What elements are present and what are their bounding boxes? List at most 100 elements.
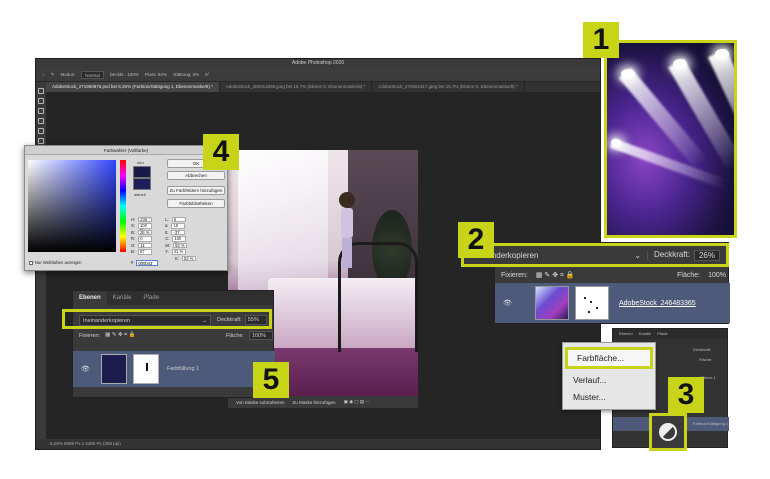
- callout-badge-2: 2: [458, 222, 494, 258]
- layers-panel-tabs: Ebenen Kanäle Pfade: [73, 291, 273, 305]
- home-icon[interactable]: ⌂: [42, 72, 45, 77]
- zoom-opacity-field[interactable]: 26%: [693, 249, 720, 261]
- document-tabs: AdobeStock_271960975.psd bei 6,25% (Farb…: [46, 82, 600, 92]
- tab-channels[interactable]: Kanäle: [639, 329, 651, 339]
- g-field[interactable]: 11: [138, 242, 153, 248]
- adjustment-context-menu: Farbfläche... Verlauf... Muster...: [562, 342, 656, 410]
- flow-option[interactable]: Fluss: 84%: [145, 72, 167, 77]
- y-field[interactable]: 41 %: [171, 249, 186, 255]
- visibility-eye-icon[interactable]: 👁: [503, 299, 512, 307]
- hex-field[interactable]: 000b43: [136, 260, 159, 266]
- status-bar: 6,25% 6699 Px x 4465 Px (300 ppi): [36, 439, 600, 449]
- smoothing-option[interactable]: Glättung: 0%: [173, 72, 199, 77]
- menu-item-solid-color[interactable]: Farbfläche...: [577, 350, 657, 366]
- zoomed-layers-panel: Ineinanderkopieren ⌄ Deckkraft: 26% Fixie…: [461, 242, 730, 324]
- web-colors-option[interactable]: Nur Webfarben anzeigen: [29, 260, 81, 265]
- callout-badge-1: 1: [583, 22, 619, 58]
- lasso-tool-icon[interactable]: [38, 108, 44, 114]
- b-lab-field[interactable]: -37: [171, 229, 186, 235]
- picker-title: Farbwähler (Vollfarbe): [25, 146, 227, 155]
- layer-name: AdobeStock_246483365: [619, 299, 696, 307]
- brightness-field[interactable]: 26 %: [137, 229, 152, 235]
- zoom-blend-row: Ineinanderkopieren ⌄ Deckkraft: 26%: [461, 243, 729, 267]
- l-field[interactable]: 6: [171, 216, 186, 222]
- lock-icons[interactable]: ▦ ✎ ✥ ⌗ 🔒: [105, 332, 135, 339]
- chevron-down-icon: ⌄: [634, 250, 641, 260]
- zoom-fill-field[interactable]: 100%: [708, 272, 726, 279]
- layer-mask-thumbnail[interactable]: [133, 354, 159, 384]
- zoom-lock-row: Fixieren: ▦ ✎ ✥ ⌗ 🔒 Fläche: 100%: [501, 271, 726, 280]
- color-value-fields: H:236 °L:6 S:100 %a:15 B:26 %b:-37 R:0C:…: [131, 216, 196, 262]
- menu-item-gradient[interactable]: Verlauf...: [573, 372, 653, 388]
- lock-icons[interactable]: ▦ ✎ ✥ ⌗ 🔒: [536, 271, 575, 280]
- fill-layer-thumbnail: [101, 354, 127, 384]
- doc-tab-1[interactable]: AdobeStock_271960975.psd bei 6,25% (Farb…: [46, 82, 220, 92]
- callout-badge-4: 4: [203, 134, 239, 170]
- spotlight-stock-image: [604, 40, 737, 238]
- mode-label: Modus:: [60, 72, 76, 77]
- visibility-eye-icon[interactable]: 👁: [81, 365, 90, 373]
- current-color-label: aktuell: [134, 192, 146, 197]
- m-field[interactable]: 93 %: [173, 242, 188, 248]
- cancel-button[interactable]: Abbrechen: [167, 171, 225, 180]
- right-panel-tabs: Ebenen Kanäle Pfade: [613, 329, 727, 339]
- new-color-label: neu: [137, 160, 144, 165]
- menu-item-pattern[interactable]: Muster...: [573, 389, 653, 405]
- angle-option[interactable]: 0°: [205, 72, 209, 77]
- subtract-mask-button[interactable]: Von Maske subtrahieren: [236, 400, 285, 405]
- h-field[interactable]: 236 °: [138, 216, 153, 222]
- layers-panel: Ebenen Kanäle Pfade Ineinanderkopieren ⌄ …: [72, 290, 275, 398]
- tab-channels[interactable]: Kanäle: [107, 291, 138, 305]
- layer-mask-thumbnail[interactable]: [575, 286, 609, 320]
- highlight-frame-blend: [62, 309, 272, 329]
- new-color-swatch: [133, 166, 151, 178]
- doc-tab-2[interactable]: AdobeStock_489314895.jpeg bei 16,7% (Ebe…: [220, 82, 373, 92]
- adjustment-layer-icon: [659, 423, 677, 441]
- add-mask-button[interactable]: Zu Maske hinzufügen: [293, 400, 336, 405]
- quick-select-icon[interactable]: [38, 118, 44, 124]
- b-rgb-field[interactable]: 67: [137, 249, 152, 255]
- right-opacity-label: Deckkraft:: [693, 347, 712, 352]
- fill-field[interactable]: 100%: [249, 331, 273, 340]
- a-field[interactable]: 15: [171, 223, 186, 229]
- new-adjustment-layer-button[interactable]: [649, 413, 687, 451]
- brush-icon[interactable]: ✎: [51, 72, 55, 78]
- layer-name: Farbfüllung 1: [167, 366, 200, 372]
- crop-tool-icon[interactable]: [38, 128, 44, 134]
- screenshot-canvas: Adobe Photoshop 2020 ⌂ ✎ Modus: Normal D…: [0, 0, 770, 479]
- callout-badge-5: 5: [253, 362, 289, 398]
- color-field[interactable]: [28, 160, 116, 252]
- color-libraries-button[interactable]: Farbbibliotheken: [167, 199, 225, 208]
- web-colors-checkbox[interactable]: [29, 260, 33, 265]
- add-to-swatches-button[interactable]: Zu Farbfeldern hinzufügen: [167, 186, 225, 195]
- tab-paths[interactable]: Pfade: [657, 329, 667, 339]
- mask-options-icons[interactable]: ▣ ◉ ▢ ▤ ⋯: [344, 399, 370, 405]
- c-field[interactable]: 100 %: [172, 236, 187, 245]
- tab-layers[interactable]: Ebenen: [619, 329, 633, 339]
- zoom-blend-select[interactable]: Ineinanderkopieren ⌄: [470, 250, 648, 260]
- s-field[interactable]: 100 %: [137, 223, 152, 232]
- callout-badge-3: 3: [668, 377, 704, 413]
- zoom-layer-row[interactable]: 👁 AdobeStock_246483365: [495, 283, 730, 323]
- eyedropper-icon[interactable]: [38, 138, 44, 144]
- k-field[interactable]: 53 %: [181, 255, 196, 261]
- lock-row: Fixieren: ▦ ✎ ✥ ⌗ 🔒 Fläche: 100%: [79, 331, 273, 340]
- mode-select[interactable]: Normal: [81, 70, 104, 79]
- r-field[interactable]: 0: [138, 236, 153, 242]
- hue-slider[interactable]: [120, 160, 126, 252]
- marquee-tool-icon[interactable]: [38, 98, 44, 104]
- opacity-option[interactable]: Deckkr.: 100%: [110, 72, 139, 77]
- layer-row-fill[interactable]: 👁 Farbfüllung 1: [73, 351, 275, 387]
- window-title: Adobe Photoshop 2020: [36, 59, 600, 68]
- tab-layers[interactable]: Ebenen: [73, 291, 107, 305]
- jumping-girl: [336, 192, 358, 272]
- stock-image-thumbnail: [535, 286, 569, 320]
- doc-tab-3[interactable]: AdobeStock_475661917.jpeg bei 16,7% (Ebe…: [372, 82, 525, 92]
- zoom-opacity-control: Deckkraft: 26%: [654, 249, 720, 261]
- move-tool-icon[interactable]: [38, 88, 44, 94]
- color-picker-dialog: Farbwähler (Vollfarbe) neu aktuell OK Ab…: [24, 145, 228, 271]
- hex-row: # 000b43: [131, 260, 159, 266]
- right-fill-label: Fläche:: [699, 357, 713, 362]
- tab-paths[interactable]: Pfade: [137, 291, 165, 305]
- current-color-swatch[interactable]: [133, 178, 151, 190]
